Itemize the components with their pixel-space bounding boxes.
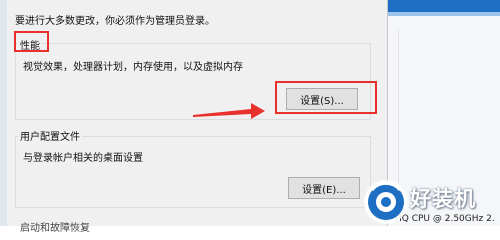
user-profiles-description: 与登录帐户相关的桌面设置 [23, 153, 143, 164]
performance-description: 视觉效果，处理器计划，内存使用，以及虚拟内存 [23, 62, 243, 73]
watermark-logo-icon [364, 180, 408, 224]
background-window-edge [0, 0, 7, 226]
performance-title-highlight [14, 31, 49, 52]
background-window-header [388, 0, 500, 12]
background-window-header-strip [388, 12, 500, 16]
admin-notice: 要进行大多数更改，你必须作为管理员登录。 [15, 16, 215, 27]
startup-recovery-title: 启动和故障恢复 [20, 223, 90, 234]
red-arrow-icon [193, 103, 265, 119]
settings-button-highlight [275, 81, 377, 114]
watermark-text: 好装机 [410, 187, 476, 211]
user-profiles-title: 用户配置文件 [18, 128, 82, 143]
user-profiles-settings-button[interactable]: 设置(E)... [288, 177, 360, 199]
